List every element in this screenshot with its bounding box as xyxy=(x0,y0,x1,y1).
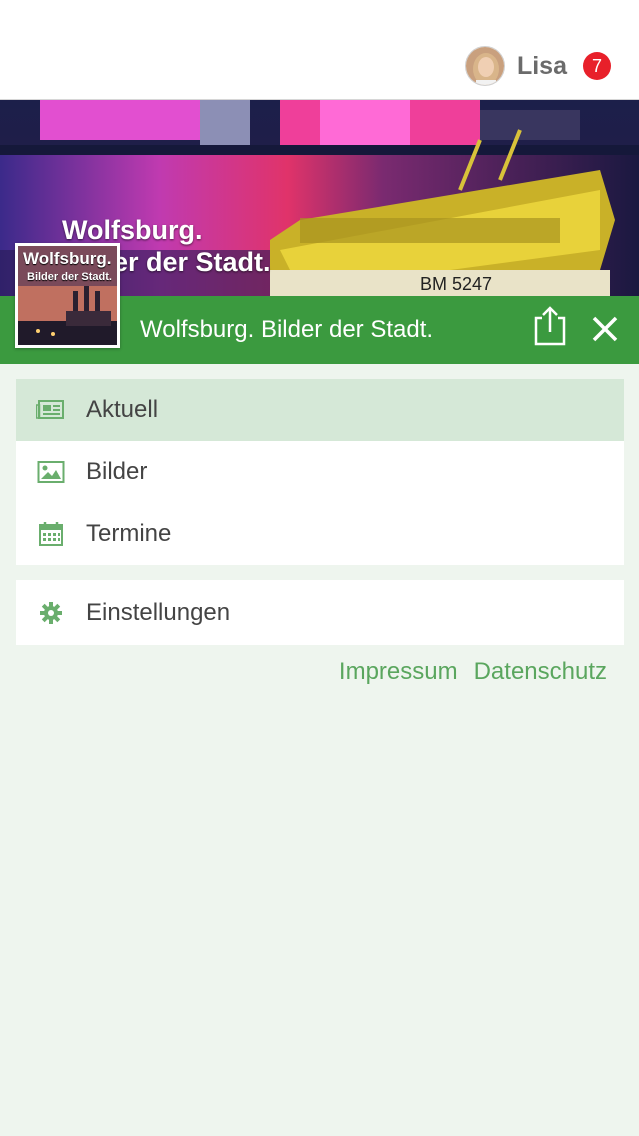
newspaper-icon xyxy=(36,395,66,425)
menu-item-bilder[interactable]: Bilder xyxy=(16,441,624,503)
thumbnail-subtitle: Bilder der Stadt. xyxy=(27,271,112,283)
menu-item-aktuell[interactable]: Aktuell xyxy=(16,379,624,441)
group-title: Wolfsburg. Bilder der Stadt. xyxy=(140,316,434,343)
main-menu: Aktuell Bilder Termine xyxy=(16,379,624,565)
user-profile[interactable]: Lisa 7 xyxy=(464,44,611,88)
user-name[interactable]: Lisa xyxy=(517,52,567,81)
notification-badge[interactable]: 7 xyxy=(583,52,611,80)
group-thumbnail: Wolfsburg. Bilder der Stadt. xyxy=(15,243,120,348)
boat-label: BM 5247 xyxy=(420,274,492,294)
settings-menu: Einstellungen xyxy=(16,580,624,645)
thumbnail-title: Wolfsburg. xyxy=(23,249,112,268)
share-icon xyxy=(534,306,566,346)
menu-item-einstellungen[interactable]: Einstellungen xyxy=(16,582,624,644)
close-button[interactable] xyxy=(586,310,624,348)
impressum-link[interactable]: Impressum xyxy=(339,658,458,690)
avatar[interactable] xyxy=(464,46,505,86)
share-button[interactable] xyxy=(530,304,570,348)
hero-caption-line1: Wolfsburg. xyxy=(62,215,203,245)
calendar-icon xyxy=(36,519,66,549)
image-icon xyxy=(36,457,66,487)
menu-item-termine[interactable]: Termine xyxy=(16,503,624,565)
close-icon xyxy=(592,316,618,342)
menu-item-label: Aktuell xyxy=(86,396,159,423)
menu-item-label: Einstellungen xyxy=(86,599,231,626)
menu-item-label: Bilder xyxy=(86,458,148,485)
top-bar: Lisa 7 xyxy=(0,0,639,100)
datenschutz-link[interactable]: Datenschutz xyxy=(474,658,607,690)
menu-item-label: Termine xyxy=(86,520,172,547)
gear-icon xyxy=(36,598,66,628)
footer-links: Impressum Datenschutz xyxy=(339,658,607,690)
